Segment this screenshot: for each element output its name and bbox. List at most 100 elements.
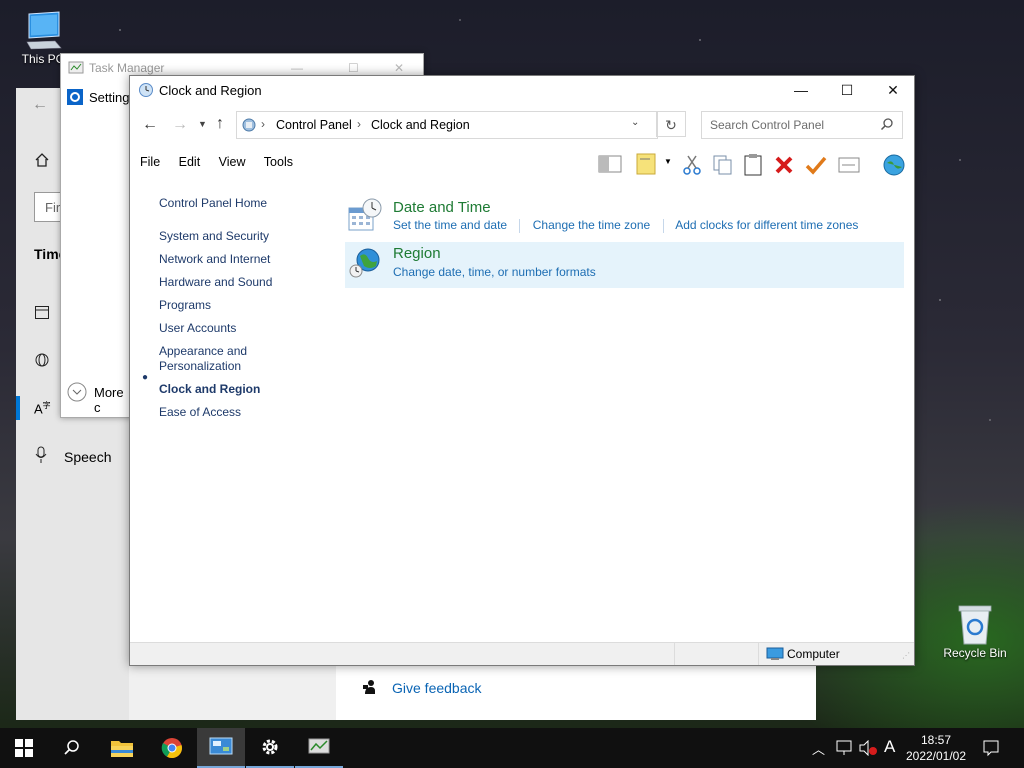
status-divider: [758, 643, 759, 665]
chevron-down-circle-icon: [67, 382, 87, 402]
search-placeholder: Search Control Panel: [710, 118, 825, 132]
rename-icon[interactable]: [838, 157, 860, 173]
breadcrumb-control-panel[interactable]: Control Panel: [276, 118, 352, 132]
action-center-icon[interactable]: [982, 739, 1000, 757]
menu-view[interactable]: View: [219, 155, 246, 169]
back-arrow-icon[interactable]: ←: [32, 96, 48, 114]
clock[interactable]: 18:57 2022/01/02: [904, 732, 968, 764]
dropdown-chevron-icon[interactable]: ▼: [664, 157, 672, 166]
menu-edit[interactable]: Edit: [179, 155, 201, 169]
region-globe-icon: [349, 248, 380, 278]
nav-hardware-and-sound[interactable]: Hardware and Sound: [159, 271, 319, 294]
search-button[interactable]: [48, 728, 96, 768]
nav-appearance-and-personalization[interactable]: Appearance and Personalization: [159, 340, 269, 378]
task-manager-icon: [308, 738, 330, 754]
globe-network-icon[interactable]: [882, 153, 906, 177]
microphone-icon[interactable]: [34, 446, 48, 464]
status-location: Computer: [787, 647, 840, 661]
show-hidden-icons-chevron-icon[interactable]: ︿: [812, 739, 825, 758]
speech-nav-item[interactable]: Speech: [64, 449, 111, 465]
task-manager-taskbar-button[interactable]: [295, 728, 343, 768]
properties-icon[interactable]: [636, 153, 656, 175]
control-panel-icon: [209, 737, 233, 755]
add-clocks-link[interactable]: Add clocks for different time zones: [675, 218, 858, 232]
link-divider: [662, 218, 664, 233]
change-time-zone-link[interactable]: Change the time zone: [533, 218, 650, 232]
start-button[interactable]: [0, 728, 48, 768]
nav-user-accounts[interactable]: User Accounts: [159, 317, 319, 340]
nav-control-panel-home[interactable]: Control Panel Home: [159, 192, 319, 215]
volume-muted-icon[interactable]: [858, 740, 878, 756]
breadcrumb-clock-and-region[interactable]: Clock and Region: [371, 118, 470, 132]
left-navigation: Control Panel Home System and Security N…: [159, 192, 319, 424]
home-icon[interactable]: [34, 152, 50, 168]
back-arrow-icon[interactable]: ←: [142, 116, 158, 134]
change-formats-link[interactable]: Change date, time, or number formats: [393, 265, 596, 279]
address-dropdown-chevron-icon[interactable]: ⌄: [631, 117, 639, 128]
menu-file[interactable]: File: [140, 155, 160, 169]
preview-pane-icon[interactable]: [598, 155, 622, 173]
clock-date: 2022/01/02: [905, 749, 967, 763]
checkmark-icon[interactable]: [805, 155, 827, 175]
more-details-label: More c: [94, 385, 124, 415]
clock-region-title-icon: [138, 82, 154, 98]
recycle-bin-icon: [958, 605, 992, 645]
category-date-and-time: Date and Time Set the time and date Chan…: [346, 196, 904, 242]
settings-taskbar-button[interactable]: [246, 728, 294, 768]
refresh-icon: ↻: [665, 117, 677, 133]
chrome-button[interactable]: [148, 728, 196, 768]
cp-window-title: Clock and Region: [159, 83, 262, 98]
category-region[interactable]: Region Change date, time, or number form…: [345, 242, 904, 288]
control-panel-taskbar-button[interactable]: [197, 728, 245, 768]
windows-logo-icon: [15, 739, 33, 757]
task-manager-icon: [68, 60, 84, 76]
set-time-date-link[interactable]: Set the time and date: [393, 218, 507, 232]
gear-icon: [262, 739, 278, 755]
clock-time: 18:57: [920, 733, 952, 747]
nav-programs[interactable]: Programs: [159, 294, 319, 317]
toolbar: ▼: [598, 153, 908, 177]
breadcrumb-separator-icon: ›: [261, 117, 265, 131]
language-icon[interactable]: A字: [34, 400, 51, 416]
feedback-panel: Give feedback: [336, 663, 816, 720]
cut-icon[interactable]: [682, 154, 702, 176]
date-and-time-title[interactable]: Date and Time: [393, 199, 491, 216]
ime-indicator[interactable]: A: [884, 737, 895, 757]
close-button[interactable]: ✕: [870, 76, 916, 105]
copy-icon[interactable]: [712, 154, 734, 176]
search-input[interactable]: Search Control Panel: [701, 111, 903, 139]
feedback-icon: [362, 679, 378, 695]
delete-icon[interactable]: [774, 155, 794, 175]
recent-locations-chevron-icon[interactable]: ▼: [198, 119, 207, 129]
menu-tools[interactable]: Tools: [264, 155, 293, 169]
forward-arrow-icon[interactable]: →: [172, 116, 188, 134]
selected-indicator: [16, 396, 20, 420]
resize-grip-icon[interactable]: ⋰: [902, 651, 910, 660]
maximize-button[interactable]: ☐: [824, 76, 870, 105]
breadcrumb-separator-icon: ›: [357, 117, 361, 131]
nav-ease-of-access[interactable]: Ease of Access: [159, 401, 319, 424]
minimize-button[interactable]: —: [778, 76, 824, 105]
desktop-icon-recycle-bin[interactable]: Recycle Bin: [940, 602, 1010, 660]
search-icon: [64, 740, 79, 755]
network-icon[interactable]: [835, 740, 853, 756]
give-feedback-link[interactable]: Give feedback: [392, 680, 482, 696]
region-title[interactable]: Region: [393, 245, 441, 262]
settings-gear-icon: [67, 89, 83, 105]
give-feedback-label: Give feedback: [392, 680, 482, 696]
more-details-button[interactable]: More c: [61, 378, 131, 416]
task-manager-title: Task Manager: [89, 61, 165, 75]
up-arrow-icon[interactable]: ↑: [216, 115, 224, 133]
cp-titlebar[interactable]: Clock and Region — ☐ ✕: [130, 76, 914, 105]
paste-icon[interactable]: [743, 153, 763, 177]
calendar-icon[interactable]: [34, 304, 50, 320]
nav-clock-and-region[interactable]: Clock and Region: [159, 378, 319, 401]
file-explorer-button[interactable]: [98, 728, 146, 768]
refresh-button[interactable]: ↻: [656, 111, 686, 137]
nav-network-and-internet[interactable]: Network and Internet: [159, 248, 319, 271]
globe-icon[interactable]: [34, 352, 50, 368]
chrome-icon: [161, 738, 182, 759]
status-bar: Computer ⋰: [130, 642, 914, 665]
address-bar[interactable]: › Control Panel › Clock and Region ⌄: [236, 111, 658, 139]
nav-system-and-security[interactable]: System and Security: [159, 225, 319, 248]
